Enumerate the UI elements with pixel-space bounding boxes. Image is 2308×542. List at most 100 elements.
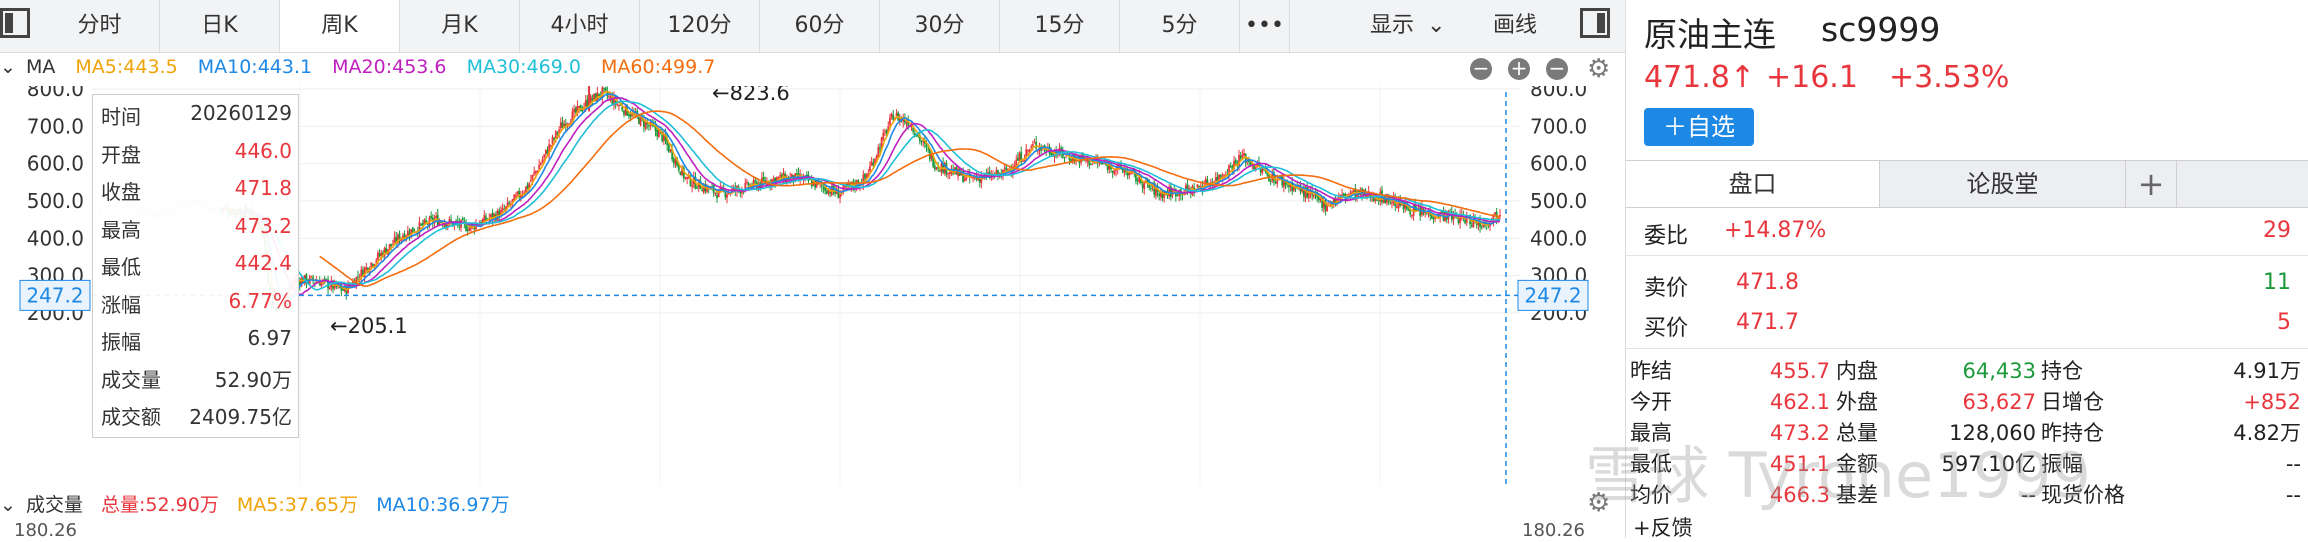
info-value: 2409.75亿 bbox=[189, 405, 292, 429]
candle-body bbox=[1022, 160, 1024, 162]
zoom-in-icon[interactable]: + bbox=[1508, 58, 1530, 80]
info-value: 471.8 bbox=[234, 176, 292, 200]
crosshair-value-right: 247.2 bbox=[1524, 283, 1581, 307]
tab-day-k[interactable]: 日K bbox=[160, 0, 280, 52]
ma-legend: ⌄ MA MA5:443.5 MA10:443.1 MA20:453.6 MA3… bbox=[0, 56, 729, 84]
candle-body bbox=[865, 174, 868, 178]
tab-15min[interactable]: 15分 bbox=[1000, 0, 1120, 52]
candle-body bbox=[310, 276, 313, 278]
candle-body bbox=[1196, 184, 1199, 188]
info-row: 开盘 446.0 bbox=[101, 139, 292, 169]
add-tab-button[interactable]: + bbox=[2126, 161, 2177, 207]
tab-60min[interactable]: 60分 bbox=[760, 0, 880, 52]
contract-name: 原油主连 bbox=[1644, 15, 1776, 54]
candle-body bbox=[516, 191, 519, 195]
add-to-watchlist-button[interactable]: ＋自选 bbox=[1644, 108, 1754, 146]
candle-body bbox=[543, 154, 546, 158]
quote-tabs: 盘口 论股堂 + bbox=[1626, 160, 2308, 208]
candle-body bbox=[372, 263, 374, 267]
info-row: 收盘 471.8 bbox=[101, 176, 292, 206]
candle-body bbox=[947, 173, 950, 175]
candle-body bbox=[1389, 202, 1392, 204]
candle-body bbox=[604, 87, 607, 91]
tab-week-k[interactable]: 周K bbox=[280, 0, 400, 52]
panel-toggle-icon[interactable] bbox=[1580, 8, 1610, 38]
candle-body bbox=[1035, 142, 1038, 149]
candle-body bbox=[1434, 217, 1437, 219]
candle-body bbox=[1045, 149, 1048, 152]
candle-body bbox=[616, 103, 619, 106]
candle-body bbox=[726, 194, 728, 198]
bid-label: 买价 bbox=[1644, 316, 1689, 341]
candle-body bbox=[1342, 193, 1345, 196]
volume-total: 总量:52.90万 bbox=[101, 494, 219, 516]
minimize-icon[interactable]: − bbox=[1470, 58, 1492, 80]
candle-body bbox=[1410, 215, 1413, 217]
candle-body bbox=[1188, 188, 1191, 190]
info-row: 成交量 52.90万 bbox=[101, 364, 292, 394]
tab-30min[interactable]: 30分 bbox=[880, 0, 1000, 52]
candle-body bbox=[578, 105, 580, 108]
candle-body bbox=[1396, 206, 1398, 208]
caret-down-icon[interactable]: ⌄ bbox=[0, 56, 16, 78]
y-tick-label-left: 400.0 bbox=[27, 226, 84, 250]
candle-body bbox=[920, 140, 923, 142]
candle-body bbox=[629, 114, 632, 117]
candle-body bbox=[468, 227, 471, 231]
candle-body bbox=[378, 253, 381, 256]
period-tab-bar: 分时 日K 周K 月K 4小时 120分 60分 30分 15分 5分 ••• … bbox=[0, 0, 1625, 53]
tab-discussion[interactable]: 论股堂 bbox=[1880, 161, 2126, 207]
ma30-value: MA30:469.0 bbox=[466, 56, 581, 78]
zoom-out-icon[interactable]: − bbox=[1546, 58, 1568, 80]
candle-body bbox=[1494, 212, 1496, 215]
candle-body bbox=[864, 173, 866, 179]
tab-120min[interactable]: 120分 bbox=[640, 0, 760, 52]
candle-body bbox=[638, 117, 640, 124]
candle-body bbox=[795, 173, 798, 175]
candle-body bbox=[541, 159, 544, 163]
info-label: 振幅 bbox=[101, 330, 141, 354]
candle-body bbox=[1243, 153, 1245, 156]
candle-body bbox=[466, 229, 469, 232]
candle-body bbox=[1111, 170, 1114, 173]
candle-body bbox=[875, 155, 878, 158]
tab-order-book[interactable]: 盘口 bbox=[1626, 161, 1880, 207]
weibi-count: 29 bbox=[2263, 218, 2291, 243]
tab-month-k[interactable]: 月K bbox=[400, 0, 520, 52]
candle-body bbox=[691, 185, 694, 187]
candle-body bbox=[1241, 154, 1244, 158]
candle-body bbox=[618, 105, 620, 107]
more-periods-button[interactable]: ••• bbox=[1240, 0, 1290, 52]
sidebar-toggle-icon[interactable] bbox=[0, 8, 30, 38]
tab-fenshi[interactable]: 分时 bbox=[40, 0, 160, 52]
gear-icon[interactable]: ⚙ bbox=[1587, 54, 1610, 84]
y-tick-label-right: 400.0 bbox=[1530, 226, 1587, 250]
candle-body bbox=[445, 224, 447, 227]
candle-body bbox=[1176, 195, 1179, 197]
candle-body bbox=[628, 114, 630, 117]
candle-body bbox=[890, 113, 893, 117]
info-value: 20260129 bbox=[190, 101, 292, 125]
weibi-label: 委比 bbox=[1644, 224, 1689, 249]
caret-down-icon[interactable]: ⌄ bbox=[0, 494, 16, 516]
candle-body bbox=[365, 266, 368, 270]
candle-body bbox=[882, 132, 885, 140]
candle-body bbox=[657, 129, 660, 138]
candle-body bbox=[1457, 218, 1460, 224]
candle-body bbox=[1098, 162, 1101, 164]
candle-body bbox=[420, 223, 423, 225]
ask-price: 471.8 bbox=[1736, 270, 1799, 295]
info-label: 最高 bbox=[101, 217, 141, 242]
quote-stat-cell: 64,433 bbox=[1962, 359, 2036, 383]
candle-body bbox=[1341, 194, 1343, 196]
tab-4hour[interactable]: 4小时 bbox=[520, 0, 640, 52]
candle-body bbox=[669, 149, 672, 152]
candle-body bbox=[1374, 199, 1377, 201]
display-dropdown[interactable]: 显示 ⌄ bbox=[1370, 0, 1445, 52]
low-price-label: ←205.1 bbox=[330, 314, 408, 338]
y-tick-label-left: 800.0 bbox=[27, 86, 84, 101]
candle-body bbox=[581, 110, 584, 112]
tab-5min[interactable]: 5分 bbox=[1120, 0, 1240, 52]
draw-line-button[interactable]: 画线 bbox=[1493, 0, 1537, 52]
candle-body bbox=[556, 132, 559, 135]
